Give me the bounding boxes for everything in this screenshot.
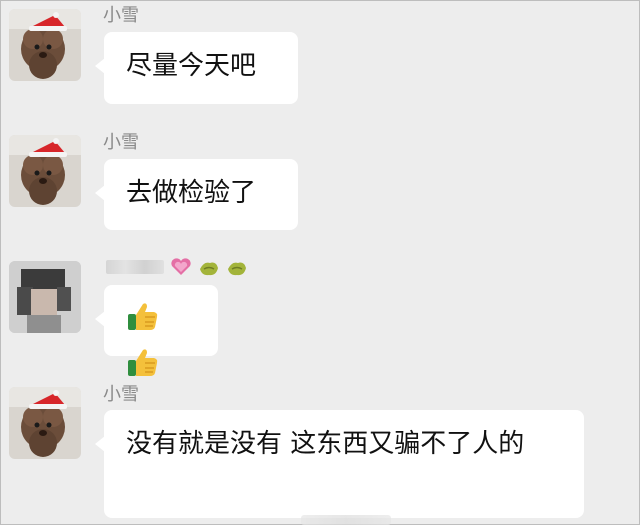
- dog-avatar[interactable]: [9, 387, 81, 459]
- heart-emoji: [170, 258, 192, 280]
- message-bubble[interactable]: 尽量今天吧: [95, 32, 298, 104]
- leaf-emoji: [226, 259, 248, 281]
- blurred-name: [106, 260, 164, 274]
- chat-window: 小雪 尽量今天吧 小雪 去做检验了 小雪 没有就是没有 这东西又骗不了人的: [0, 0, 640, 525]
- dog-avatar[interactable]: [9, 135, 81, 207]
- sender-name: 小雪: [103, 132, 139, 153]
- dog-avatar[interactable]: [9, 9, 81, 81]
- blurred-person-avatar[interactable]: [9, 261, 81, 333]
- sender-name-blurred: [106, 257, 266, 279]
- message-bubble[interactable]: 去做检验了: [95, 159, 298, 230]
- thumbs-up-emoji: [126, 299, 160, 345]
- leaf-emoji: [198, 259, 220, 281]
- message-text: 尽量今天吧: [126, 51, 257, 81]
- message-bubble[interactable]: [95, 285, 218, 376]
- message-text: 去做检验了: [126, 178, 257, 208]
- message-text: 没有就是没有 这东西又骗不了人的: [126, 429, 525, 459]
- bottom-faded-element: [301, 515, 391, 525]
- message-bubble[interactable]: 没有就是没有 这东西又骗不了人的: [95, 410, 584, 518]
- sender-name: 小雪: [103, 5, 139, 26]
- sender-name: 小雪: [103, 384, 139, 405]
